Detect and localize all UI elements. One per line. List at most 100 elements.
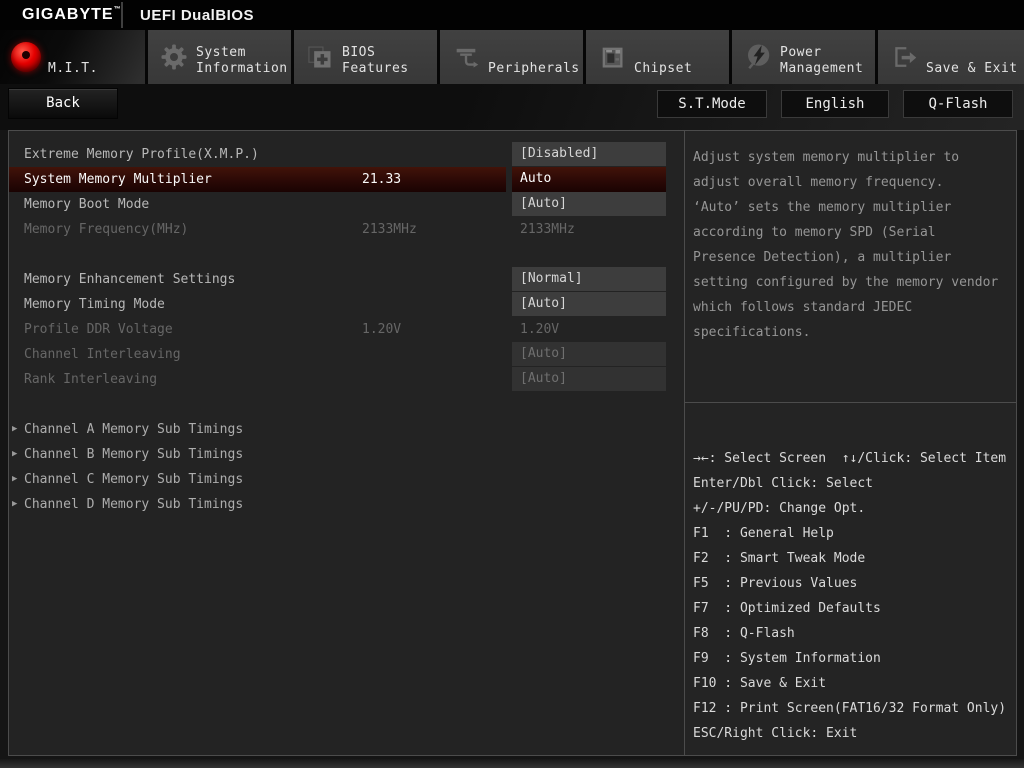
setting-value-box[interactable]: [Disabled] [512, 142, 666, 166]
tab-mit[interactable]: M.I.T. [0, 30, 145, 84]
settings-spacer [9, 392, 684, 417]
main-panel: Extreme Memory Profile(X.M.P.) [Disabled]… [8, 130, 1017, 756]
setting-row[interactable]: ▶Channel D Memory Sub Timings [9, 492, 684, 517]
tab-peripherals[interactable]: Peripherals [440, 30, 583, 84]
peripherals-icon [450, 41, 482, 73]
setting-value-box[interactable]: [Normal] [512, 267, 666, 291]
setting-label: System Memory Multiplier [24, 167, 212, 192]
tab-label-line: Features [342, 61, 409, 77]
tab-label: PowerManagement [780, 30, 863, 77]
help-line: Presence Detection), a multiplier [693, 245, 1012, 270]
setting-value: 1.20V [520, 317, 559, 342]
toolbar: Back S.T.Mode English Q-Flash [0, 84, 1024, 130]
power-icon [742, 41, 774, 73]
tab-label-line: Chipset [634, 61, 692, 77]
setting-label: Memory Enhancement Settings [24, 267, 235, 292]
setting-value: 2133MHz [520, 217, 575, 242]
exit-icon [888, 41, 920, 73]
help-line: ‘Auto’ sets the memory multiplier [693, 195, 1012, 220]
tab-power-management[interactable]: PowerManagement [732, 30, 875, 84]
setting-row[interactable]: Memory Frequency(MHz)2133MHz2133MHz [9, 217, 684, 242]
setting-value-box[interactable]: Auto [512, 167, 666, 192]
setting-label: Channel D Memory Sub Timings [24, 492, 243, 517]
setting-label: Channel A Memory Sub Timings [24, 417, 243, 442]
help-line: which follows standard JEDEC [693, 295, 1012, 320]
setting-value-box[interactable]: [Auto] [512, 292, 666, 316]
gigabyte-logo: GIGABYTE™ [22, 6, 122, 24]
hotkey-line: →←: Select Screen ↑↓/Click: Select Item [693, 446, 1014, 471]
tab-label-line: Information [196, 61, 288, 77]
setting-label: Channel Interleaving [24, 342, 181, 367]
hotkey-line: F9 : System Information [693, 646, 1014, 671]
setting-row[interactable]: Rank Interleaving [Auto] [9, 367, 684, 392]
hotkey-line: F1 : General Help [693, 521, 1014, 546]
setting-row[interactable]: ▶ Channel B Memory Sub Timings [9, 442, 684, 467]
help-description: Adjust system memory multiplier toadjust… [685, 131, 1016, 403]
setting-row[interactable]: Memory Timing Mode [Auto] [9, 292, 684, 317]
settings-spacer [9, 242, 684, 267]
gear-icon [158, 41, 190, 73]
setting-row[interactable]: Extreme Memory Profile(X.M.P.) [Disabled] [9, 142, 684, 167]
tab-label: Peripherals [488, 30, 580, 77]
setting-value-box[interactable]: [Auto] [512, 192, 666, 216]
tab-label-line: BIOS [342, 45, 409, 61]
back-button[interactable]: Back [8, 88, 118, 119]
submenu-arrow-icon: ▶ [12, 442, 17, 467]
hotkey-line: ESC/Right Click: Exit [693, 721, 1014, 746]
submenu-arrow-icon: ▶ [12, 417, 17, 442]
setting-row[interactable]: ▶ Channel C Memory Sub Timings [9, 467, 684, 492]
tab-label-line: System [196, 45, 288, 61]
hotkey-line: F10 : Save & Exit [693, 671, 1014, 696]
setting-value-box[interactable]: [Auto] [512, 367, 666, 391]
tab-label: BIOSFeatures [342, 30, 409, 77]
tab-label-line: Save & Exit [926, 61, 1018, 77]
bios-screen: GIGABYTE™ UEFI DualBIOS M.I.T. SystemInfo… [0, 0, 1024, 768]
page-title: UEFI DualBIOS [140, 7, 254, 24]
setting-row[interactable]: Channel Interleaving [Auto] [9, 342, 684, 367]
titlebar-divider [121, 2, 123, 28]
setting-label: Channel C Memory Sub Timings [24, 467, 243, 492]
setting-value-box[interactable]: [Auto] [512, 342, 666, 366]
submenu-arrow-icon: ▶ [12, 467, 17, 492]
s-t-mode-button[interactable]: S.T.Mode [657, 90, 767, 118]
hotkey-line: F8 : Q-Flash [693, 621, 1014, 646]
tab-label-line: M.I.T. [48, 61, 98, 77]
tab-label-line: Power [780, 45, 863, 61]
tab-label: SystemInformation [196, 30, 288, 77]
setting-label: Memory Frequency(MHz) [24, 217, 188, 242]
q-flash-button[interactable]: Q-Flash [903, 90, 1013, 118]
setting-row[interactable]: Profile DDR Voltage1.20V1.20V [9, 317, 684, 342]
footer-strip [0, 759, 1024, 768]
setting-row[interactable]: Memory Enhancement Settings [Normal] [9, 267, 684, 292]
english-button[interactable]: English [781, 90, 889, 118]
help-line: according to memory SPD (Serial [693, 220, 1012, 245]
chip-icon [596, 41, 628, 73]
hotkey-line: F2 : Smart Tweak Mode [693, 546, 1014, 571]
tab-label: M.I.T. [48, 30, 98, 77]
setting-current-value: 1.20V [362, 317, 401, 342]
setting-label: Channel B Memory Sub Timings [24, 442, 243, 467]
tab-bios-features[interactable]: BIOSFeatures [294, 30, 437, 84]
help-line: Adjust system memory multiplier to [693, 145, 1012, 170]
setting-label: Memory Timing Mode [24, 292, 165, 317]
help-line: specifications. [693, 320, 1012, 345]
tab-label: Save & Exit [926, 30, 1018, 77]
help-line: adjust overall memory frequency. [693, 170, 1012, 195]
hotkey-line: Enter/Dbl Click: Select [693, 471, 1014, 496]
setting-row[interactable]: System Memory Multiplier 21.33 Auto [9, 167, 684, 192]
setting-label: Rank Interleaving [24, 367, 157, 392]
hotkey-line: F5 : Previous Values [693, 571, 1014, 596]
tab-system-information[interactable]: SystemInformation [148, 30, 291, 84]
hotkey-legend: →←: Select Screen ↑↓/Click: Select ItemE… [685, 404, 1016, 755]
tab-save-exit[interactable]: Save & Exit [878, 30, 1024, 84]
setting-row[interactable]: Memory Boot Mode[Auto] [9, 192, 684, 217]
help-panel: Adjust system memory multiplier toadjust… [684, 131, 1016, 755]
help-line: setting configured by the memory vendor [693, 270, 1012, 295]
setting-label: Extreme Memory Profile(X.M.P.) [24, 142, 259, 167]
folder-plus-icon [304, 41, 336, 73]
tab-label-line: Peripherals [488, 61, 580, 77]
tab-label: Chipset [634, 30, 692, 77]
tab-chipset[interactable]: Chipset [586, 30, 729, 84]
setting-current-value: 21.33 [362, 167, 401, 192]
setting-row[interactable]: ▶ Channel A Memory Sub Timings [9, 417, 684, 442]
